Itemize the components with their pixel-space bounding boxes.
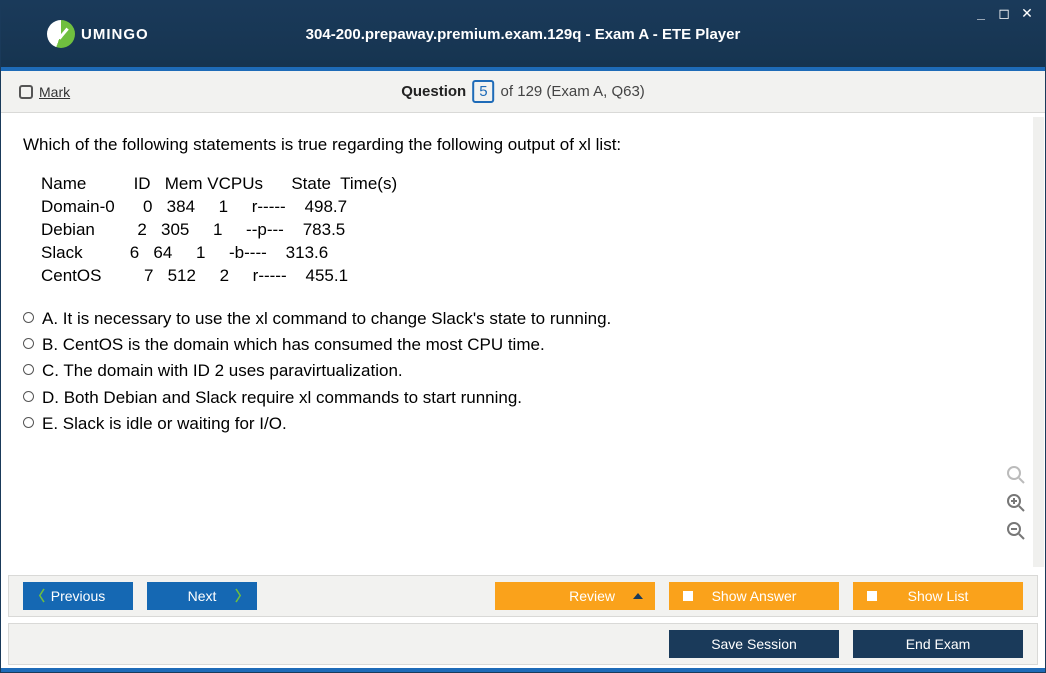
review-label: Review: [569, 588, 615, 604]
scrollbar[interactable]: [1033, 117, 1044, 567]
chevron-left-icon: 〈: [31, 586, 45, 606]
answer-option[interactable]: C. The domain with ID 2 uses paravirtual…: [23, 358, 1023, 384]
option-text: D. Both Debian and Slack require xl comm…: [42, 385, 522, 411]
option-text: A. It is necessary to use the xl command…: [42, 306, 611, 332]
chevron-right-icon: 〉: [235, 586, 249, 606]
window-title: 304-200.prepaway.premium.exam.129q - Exa…: [306, 26, 741, 43]
zoom-controls: [1005, 464, 1027, 542]
previous-button[interactable]: 〈 Previous: [23, 582, 133, 610]
brand-text: UMINGO: [81, 26, 149, 43]
save-session-label: Save Session: [711, 636, 797, 652]
save-session-button[interactable]: Save Session: [669, 630, 839, 658]
answer-option[interactable]: B. CentOS is the domain which has consum…: [23, 332, 1023, 358]
title-bar: UMINGO 304-200.prepaway.premium.exam.129…: [1, 1, 1045, 71]
question-body: Which of the following statements is tru…: [1, 113, 1045, 437]
stop-icon: [867, 591, 877, 601]
review-button[interactable]: Review: [495, 582, 655, 610]
question-of-text: of 129 (Exam A, Q63): [501, 83, 645, 100]
end-exam-label: End Exam: [906, 636, 971, 652]
app-logo: UMINGO: [47, 20, 149, 48]
radio-icon: [23, 312, 34, 323]
radio-icon: [23, 417, 34, 428]
logo-mark-icon: [47, 20, 75, 48]
triangle-up-icon: [633, 593, 643, 599]
zoom-out-icon[interactable]: [1005, 520, 1027, 542]
window-controls: _ ◻ ✕: [973, 5, 1035, 22]
bottom-accent-border: [1, 668, 1045, 672]
minimize-icon[interactable]: _: [973, 5, 989, 22]
option-text: E. Slack is idle or waiting for I/O.: [42, 411, 287, 437]
option-text: C. The domain with ID 2 uses paravirtual…: [42, 358, 403, 384]
nav-bar-secondary: Save Session End Exam: [8, 623, 1038, 665]
question-number-input[interactable]: 5: [472, 80, 494, 103]
radio-icon: [23, 338, 34, 349]
next-button[interactable]: Next 〉: [147, 582, 257, 610]
radio-icon: [23, 391, 34, 402]
show-answer-button[interactable]: Show Answer: [669, 582, 839, 610]
end-exam-button[interactable]: End Exam: [853, 630, 1023, 658]
show-list-label: Show List: [908, 588, 969, 604]
question-label: Question: [401, 83, 466, 100]
show-answer-label: Show Answer: [712, 588, 797, 604]
question-stem: Which of the following statements is tru…: [23, 135, 1023, 155]
zoom-in-icon[interactable]: [1005, 492, 1027, 514]
nav-bar-primary: 〈 Previous Next 〉 Review Show Answer Sho…: [8, 575, 1038, 617]
close-icon[interactable]: ✕: [1019, 5, 1035, 22]
stop-icon: [683, 591, 693, 601]
search-icon[interactable]: [1005, 464, 1027, 486]
checkbox-icon: [19, 85, 33, 99]
option-text: B. CentOS is the domain which has consum…: [42, 332, 545, 358]
maximize-icon[interactable]: ◻: [996, 5, 1012, 22]
show-list-button[interactable]: Show List: [853, 582, 1023, 610]
previous-label: Previous: [51, 588, 105, 604]
answer-option[interactable]: E. Slack is idle or waiting for I/O.: [23, 411, 1023, 437]
answer-option[interactable]: A. It is necessary to use the xl command…: [23, 306, 1023, 332]
answer-options: A. It is necessary to use the xl command…: [23, 306, 1023, 438]
radio-icon: [23, 364, 34, 375]
console-output: Name ID Mem VCPUs State Time(s) Domain-0…: [41, 173, 1023, 288]
answer-option[interactable]: D. Both Debian and Slack require xl comm…: [23, 385, 1023, 411]
question-position: Question 5 of 129 (Exam A, Q63): [401, 80, 645, 103]
question-header: Mark Question 5 of 129 (Exam A, Q63): [1, 71, 1045, 113]
mark-checkbox[interactable]: Mark: [19, 84, 70, 100]
mark-label: Mark: [39, 84, 70, 100]
next-label: Next: [188, 588, 217, 604]
